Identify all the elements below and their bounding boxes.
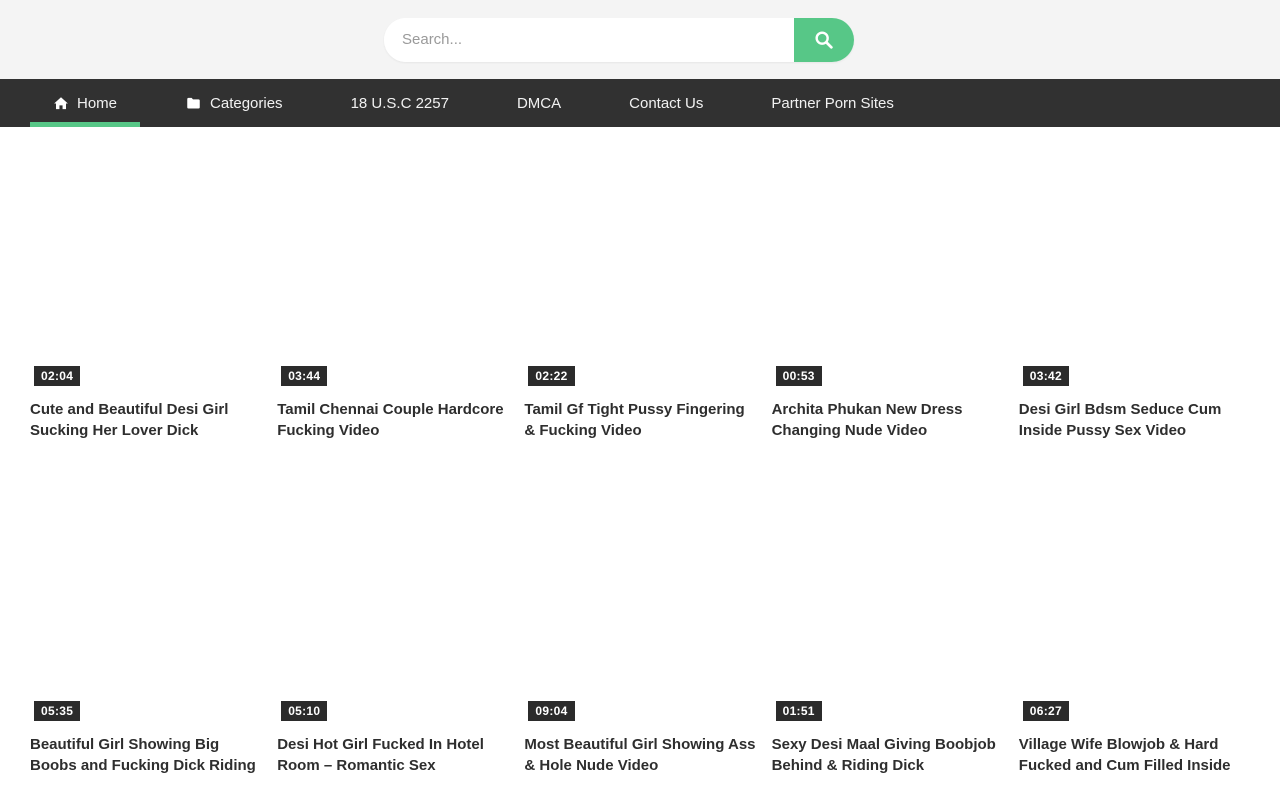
search-button[interactable] (794, 18, 854, 62)
home-icon (53, 96, 69, 111)
video-title-link[interactable]: Tamil Chennai Couple Hardcore Fucking Vi… (277, 399, 508, 441)
video-card: 05:35 Beautiful Girl Showing Big Boobs a… (30, 469, 261, 776)
video-card: 01:51 Sexy Desi Maal Giving Boobjob Behi… (772, 469, 1003, 776)
search-form (384, 18, 854, 62)
nav-item-contact-us[interactable]: Contact Us (606, 79, 726, 127)
video-card: 00:53 Archita Phukan New Dress Changing … (772, 134, 1003, 441)
video-card: 03:42 Desi Girl Bdsm Seduce Cum Inside P… (1019, 134, 1250, 441)
duration-badge: 05:10 (281, 701, 327, 721)
video-grid: 02:04 Cute and Beautiful Desi Girl Sucki… (30, 134, 1250, 776)
duration-badge: 03:42 (1023, 366, 1069, 386)
search-input[interactable] (384, 18, 794, 62)
duration-badge: 00:53 (776, 366, 822, 386)
video-thumbnail[interactable]: 09:04 (524, 469, 755, 725)
video-title-link[interactable]: Cute and Beautiful Desi Girl Sucking Her… (30, 399, 261, 441)
video-card: 02:22 Tamil Gf Tight Pussy Fingering & F… (524, 134, 755, 441)
video-title-link[interactable]: Desi Hot Girl Fucked In Hotel Room – Rom… (277, 734, 508, 776)
search-icon (813, 29, 835, 51)
main-nav: Home Categories 18 U.S.C 2257 DMCA Conta… (0, 79, 1280, 127)
video-title-link[interactable]: Desi Girl Bdsm Seduce Cum Inside Pussy S… (1019, 399, 1250, 441)
video-title-link[interactable]: Most Beautiful Girl Showing Ass & Hole N… (524, 734, 755, 776)
video-thumbnail[interactable]: 05:10 (277, 469, 508, 725)
video-card: 02:04 Cute and Beautiful Desi Girl Sucki… (30, 134, 261, 441)
nav-item-label: Home (77, 95, 117, 112)
nav-item-dmca[interactable]: DMCA (494, 79, 584, 127)
duration-badge: 01:51 (776, 701, 822, 721)
nav-item-label: Contact Us (629, 95, 703, 112)
nav-item-label: DMCA (517, 95, 561, 112)
nav-items: Home Categories 18 U.S.C 2257 DMCA Conta… (30, 79, 939, 127)
duration-badge: 06:27 (1023, 701, 1069, 721)
video-thumbnail[interactable]: 00:53 (772, 134, 1003, 390)
video-title-link[interactable]: Archita Phukan New Dress Changing Nude V… (772, 399, 1003, 441)
duration-badge: 02:22 (528, 366, 574, 386)
video-thumbnail[interactable]: 01:51 (772, 469, 1003, 725)
nav-item-label: Partner Porn Sites (771, 95, 894, 112)
nav-item-home[interactable]: Home (30, 79, 140, 127)
video-list-section: 02:04 Cute and Beautiful Desi Girl Sucki… (0, 127, 1280, 776)
video-card: 06:27 Village Wife Blowjob & Hard Fucked… (1019, 469, 1250, 776)
video-card: 09:04 Most Beautiful Girl Showing Ass & … (524, 469, 755, 776)
video-card: 05:10 Desi Hot Girl Fucked In Hotel Room… (277, 469, 508, 776)
video-card: 03:44 Tamil Chennai Couple Hardcore Fuck… (277, 134, 508, 441)
video-title-link[interactable]: Tamil Gf Tight Pussy Fingering & Fucking… (524, 399, 755, 441)
video-thumbnail[interactable]: 05:35 (30, 469, 261, 725)
video-title-link[interactable]: Village Wife Blowjob & Hard Fucked and C… (1019, 734, 1250, 776)
video-thumbnail[interactable]: 03:42 (1019, 134, 1250, 390)
duration-badge: 05:35 (34, 701, 80, 721)
duration-badge: 02:04 (34, 366, 80, 386)
nav-item-partner-porn-sites[interactable]: Partner Porn Sites (748, 79, 917, 127)
duration-badge: 03:44 (281, 366, 327, 386)
nav-item-label: 18 U.S.C 2257 (351, 95, 449, 112)
video-thumbnail[interactable]: 03:44 (277, 134, 508, 390)
video-title-link[interactable]: Sexy Desi Maal Giving Boobjob Behind & R… (772, 734, 1003, 776)
video-thumbnail[interactable]: 02:22 (524, 134, 755, 390)
top-search-bar (0, 0, 1280, 79)
duration-badge: 09:04 (528, 701, 574, 721)
nav-item-categories[interactable]: Categories (162, 79, 306, 127)
nav-item-18-u-s-c-2257[interactable]: 18 U.S.C 2257 (328, 79, 472, 127)
video-title-link[interactable]: Beautiful Girl Showing Big Boobs and Fuc… (30, 734, 261, 776)
nav-item-label: Categories (210, 95, 283, 112)
video-thumbnail[interactable]: 06:27 (1019, 469, 1250, 725)
folder-icon (185, 96, 202, 111)
video-thumbnail[interactable]: 02:04 (30, 134, 261, 390)
